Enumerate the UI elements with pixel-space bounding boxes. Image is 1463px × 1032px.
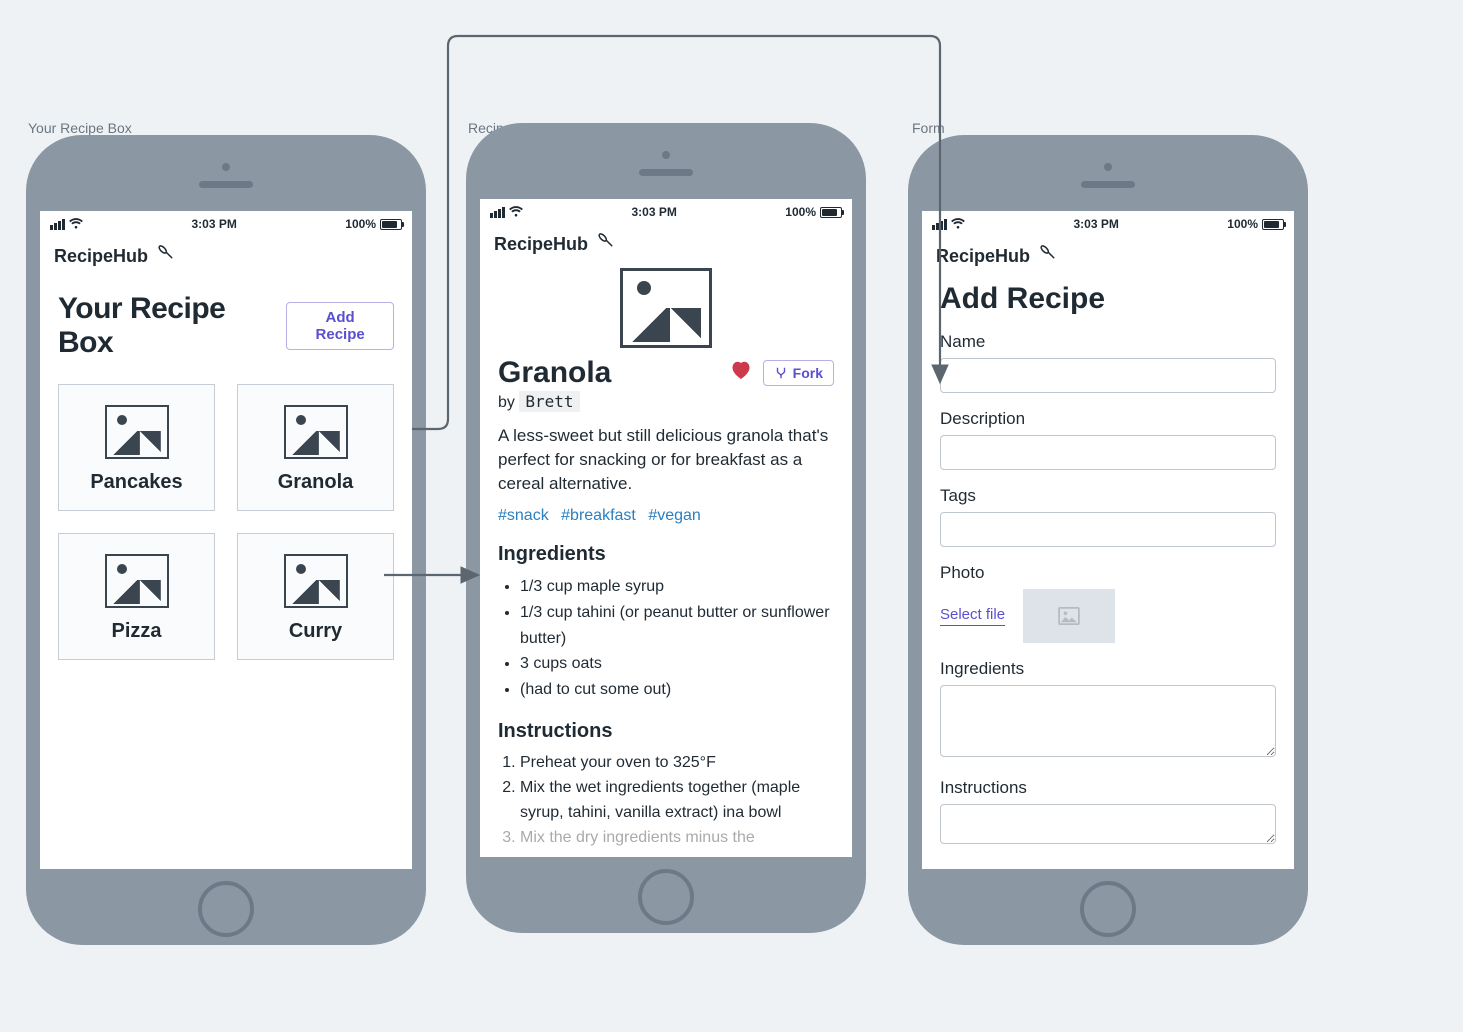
- fork-label: Fork: [793, 365, 823, 381]
- instructions-input[interactable]: [940, 804, 1276, 844]
- app-header: RecipeHub: [922, 237, 1294, 274]
- add-recipe-button[interactable]: Add Recipe: [286, 302, 394, 350]
- select-file-link[interactable]: Select file: [940, 606, 1005, 626]
- photo-placeholder: [1023, 589, 1115, 643]
- phone-frame-recipe-box: 3:03 PM 100% RecipeHub Your Recipe Box A…: [26, 135, 426, 945]
- name-label: Name: [940, 332, 1276, 352]
- whisk-icon: [1038, 245, 1056, 268]
- wifi-icon: [951, 217, 965, 232]
- phone-screen: 3:03 PM 100% RecipeHub Granola: [480, 199, 852, 857]
- byline: by Brett: [498, 392, 834, 412]
- instruction-step: Mix the dry ingredients minus the: [520, 826, 834, 851]
- recipe-card-pizza[interactable]: Pizza: [58, 533, 215, 660]
- instruction-step: Mix the wet ingredients together (maple …: [520, 776, 834, 826]
- instructions-label: Instructions: [940, 778, 1276, 798]
- phone-speaker: [1081, 181, 1135, 188]
- app-header: RecipeHub: [40, 237, 412, 274]
- tags-input[interactable]: [940, 512, 1276, 547]
- ingredient-item: 3 cups oats: [520, 651, 834, 677]
- recipe-description: A less-sweet but still delicious granola…: [498, 424, 834, 495]
- status-time: 3:03 PM: [631, 205, 676, 219]
- battery-icon: [1262, 219, 1284, 230]
- recipe-title: Granola: [498, 356, 611, 390]
- phone-camera-dot: [662, 151, 670, 159]
- ingredient-item: 1/3 cup maple syrup: [520, 574, 834, 600]
- recipe-name: Pancakes: [67, 471, 206, 494]
- phone-screen: 3:03 PM 100% RecipeHub Add Recipe Name: [922, 211, 1294, 869]
- status-time: 3:03 PM: [191, 217, 236, 231]
- battery-percent: 100%: [785, 205, 816, 219]
- phone-camera-dot: [222, 163, 230, 171]
- recipe-card-granola[interactable]: Granola: [237, 384, 394, 511]
- phone-speaker: [639, 169, 693, 176]
- app-header: RecipeHub: [480, 225, 852, 262]
- description-label: Description: [940, 409, 1276, 429]
- recipe-card-curry[interactable]: Curry: [237, 533, 394, 660]
- recipe-name: Granola: [246, 471, 385, 494]
- tags-label: Tags: [940, 486, 1276, 506]
- phone-screen: 3:03 PM 100% RecipeHub Your Recipe Box A…: [40, 211, 412, 869]
- ingredients-input[interactable]: [940, 685, 1276, 757]
- page-title: Add Recipe: [940, 282, 1276, 316]
- app-name: RecipeHub: [54, 246, 148, 267]
- battery-percent: 100%: [345, 217, 376, 231]
- image-placeholder-icon: [284, 405, 348, 459]
- image-placeholder-icon: [284, 554, 348, 608]
- by-prefix: by: [498, 394, 515, 411]
- phone-speaker: [199, 181, 253, 188]
- author-link[interactable]: Brett: [519, 391, 579, 412]
- wifi-icon: [509, 205, 523, 220]
- battery-percent: 100%: [1227, 217, 1258, 231]
- app-name: RecipeHub: [494, 234, 588, 255]
- phone-camera-dot: [1104, 163, 1112, 171]
- tag-snack[interactable]: #snack: [498, 507, 549, 524]
- status-bar: 3:03 PM 100%: [40, 211, 412, 237]
- signal-icon: [50, 219, 65, 230]
- fork-button[interactable]: Fork: [763, 360, 834, 386]
- battery-icon: [380, 219, 402, 230]
- description-input[interactable]: [940, 435, 1276, 470]
- recipe-name: Curry: [246, 620, 385, 643]
- photo-label: Photo: [940, 563, 1276, 583]
- instructions-heading: Instructions: [498, 720, 834, 743]
- recipe-card-pancakes[interactable]: Pancakes: [58, 384, 215, 511]
- tag-breakfast[interactable]: #breakfast: [561, 507, 636, 524]
- signal-icon: [490, 207, 505, 218]
- name-input[interactable]: [940, 358, 1276, 393]
- image-placeholder-icon: [105, 405, 169, 459]
- recipe-name: Pizza: [67, 620, 206, 643]
- whisk-icon: [156, 245, 174, 268]
- phone-frame-recipe-view: 3:03 PM 100% RecipeHub Granola: [466, 123, 866, 933]
- ingredients-heading: Ingredients: [498, 543, 834, 566]
- wifi-icon: [69, 217, 83, 232]
- app-name: RecipeHub: [936, 246, 1030, 267]
- status-bar: 3:03 PM 100%: [922, 211, 1294, 237]
- status-bar: 3:03 PM 100%: [480, 199, 852, 225]
- tag-list: #snack #breakfast #vegan: [498, 507, 834, 525]
- instructions-list: Preheat your oven to 325°F Mix the wet i…: [520, 751, 834, 850]
- battery-icon: [820, 207, 842, 218]
- image-placeholder-icon: [105, 554, 169, 608]
- page-title: Your Recipe Box: [58, 292, 286, 360]
- ingredient-item: (had to cut some out): [520, 677, 834, 703]
- frame-label-form: Form: [912, 120, 945, 136]
- tag-vegan[interactable]: #vegan: [648, 507, 701, 524]
- whisk-icon: [596, 233, 614, 256]
- phone-frame-form: 3:03 PM 100% RecipeHub Add Recipe Name: [908, 135, 1308, 945]
- signal-icon: [932, 219, 947, 230]
- ingredients-label: Ingredients: [940, 659, 1276, 679]
- favorite-button[interactable]: [729, 358, 753, 389]
- status-time: 3:03 PM: [1073, 217, 1118, 231]
- ingredient-item: 1/3 cup tahini (or peanut butter or sunf…: [520, 600, 834, 651]
- recipe-photo-placeholder: [620, 268, 712, 348]
- home-button[interactable]: [638, 869, 694, 925]
- home-button[interactable]: [1080, 881, 1136, 937]
- ingredients-list: 1/3 cup maple syrup 1/3 cup tahini (or p…: [520, 574, 834, 702]
- instruction-step: Preheat your oven to 325°F: [520, 751, 834, 776]
- home-button[interactable]: [198, 881, 254, 937]
- frame-label-box: Your Recipe Box: [28, 120, 132, 136]
